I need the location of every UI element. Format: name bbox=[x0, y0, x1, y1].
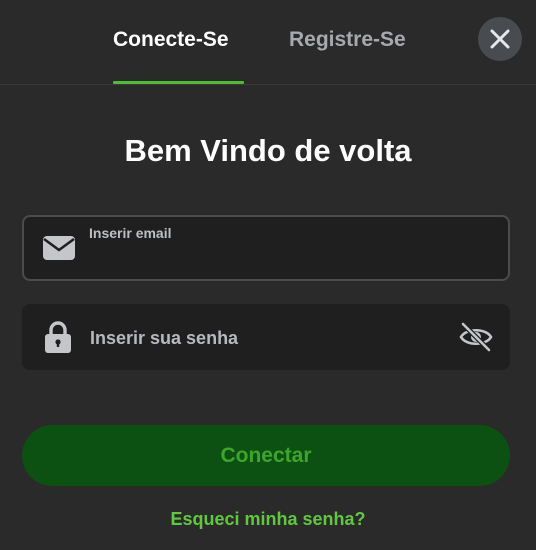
lock-icon bbox=[44, 320, 72, 354]
envelope-icon bbox=[42, 234, 76, 262]
close-button[interactable] bbox=[478, 17, 522, 61]
eye-off-icon[interactable] bbox=[458, 319, 494, 355]
password-field[interactable] bbox=[22, 304, 510, 370]
form-title: Bem Vindo de volta bbox=[124, 133, 412, 168]
email-input[interactable] bbox=[89, 247, 493, 273]
tab-login[interactable]: Conecte-Se bbox=[113, 26, 229, 54]
auth-tabs: Conecte-Se Registre-Se bbox=[0, 0, 536, 85]
login-button[interactable]: Conectar bbox=[22, 425, 510, 486]
close-icon bbox=[490, 29, 510, 49]
forgot-password-link[interactable]: Esqueci minha senha? bbox=[0, 506, 536, 532]
tab-register[interactable]: Registre-Se bbox=[289, 26, 406, 54]
email-label: Inserir email bbox=[89, 225, 172, 241]
active-tab-indicator bbox=[113, 81, 244, 84]
password-input[interactable] bbox=[88, 324, 432, 352]
email-field[interactable]: Inserir email bbox=[22, 215, 510, 281]
